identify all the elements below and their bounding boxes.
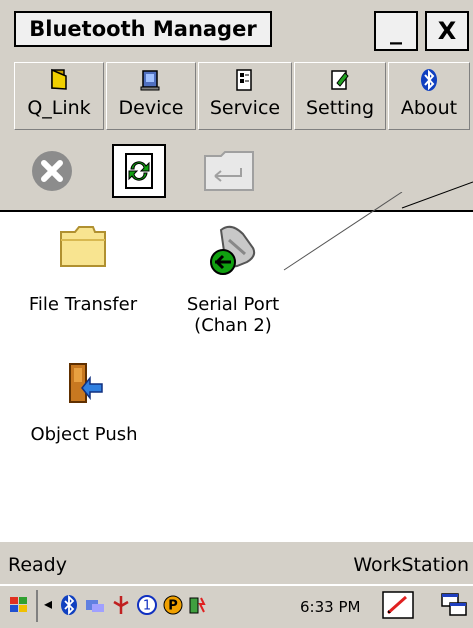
tray-arrow-icon[interactable]: ◂ (44, 594, 52, 613)
service-file-transfer[interactable]: File Transfer (18, 222, 148, 315)
serial-port-icon (210, 225, 256, 275)
services-panel: File Transfer Serial Port (Chan 2) Objec… (0, 192, 473, 542)
status-bar: Ready WorkStation (0, 542, 473, 584)
battery-icon[interactable] (186, 594, 208, 616)
menu-label: About (400, 97, 458, 119)
device-name: WorkStation (353, 554, 469, 576)
folder-back-icon (204, 151, 254, 191)
antenna-icon[interactable] (110, 594, 132, 616)
service-object-push[interactable]: Object Push (14, 360, 154, 445)
start-icon[interactable] (8, 594, 30, 616)
object-push-icon (69, 363, 103, 403)
status-text: Ready (8, 554, 67, 576)
input-panel-icon[interactable] (382, 591, 414, 619)
menu-about[interactable]: About (388, 62, 470, 130)
service-label: Serial Port (186, 294, 280, 315)
menu-setting[interactable]: Setting (294, 62, 386, 130)
bluetooth-icon (421, 69, 437, 91)
menu-label: Service (209, 97, 281, 119)
service-label: File Transfer (28, 294, 138, 315)
clock[interactable]: 6:33 PM (300, 598, 360, 616)
setting-icon (331, 70, 349, 90)
link-icon (51, 68, 67, 90)
callout-line (283, 192, 403, 271)
taskbar: ◂ 1 P 6:33 PM (0, 584, 473, 628)
service-serial-port[interactable]: Serial Port (Chan 2) (168, 222, 298, 336)
menu-service[interactable]: Service (198, 62, 292, 130)
menu-label: Q_Link (27, 97, 91, 119)
svg-text:P: P (168, 599, 178, 614)
menu-label: Device (118, 97, 184, 119)
close-button[interactable]: X (425, 11, 469, 51)
menu-bar: Q_Link Device Service Setting About (0, 60, 473, 134)
refresh-icon (125, 153, 153, 189)
folder-icon (60, 226, 106, 267)
service-icon (236, 69, 252, 91)
p-icon[interactable]: P (162, 594, 184, 616)
stop-button[interactable] (22, 142, 82, 200)
menu-device[interactable]: Device (106, 62, 196, 130)
title-bar: Bluetooth Manager _ X (0, 0, 473, 60)
device-icon (140, 70, 160, 91)
window-title: Bluetooth Manager (14, 11, 272, 47)
service-sublabel: (Chan 2) (194, 315, 272, 336)
refresh-button[interactable] (112, 144, 166, 198)
bluetooth-icon[interactable] (58, 594, 80, 616)
stop-icon (32, 151, 72, 191)
folder-back-button[interactable] (196, 142, 262, 200)
number-one-icon[interactable]: 1 (136, 594, 158, 616)
svg-text:1: 1 (143, 599, 151, 614)
network-icon[interactable] (84, 594, 106, 616)
windows-icon[interactable] (440, 591, 468, 619)
menu-label: Setting (305, 97, 375, 119)
menu-q-link[interactable]: Q_Link (14, 62, 104, 130)
minimize-button[interactable]: _ (374, 11, 418, 51)
service-label: Object Push (30, 424, 138, 445)
